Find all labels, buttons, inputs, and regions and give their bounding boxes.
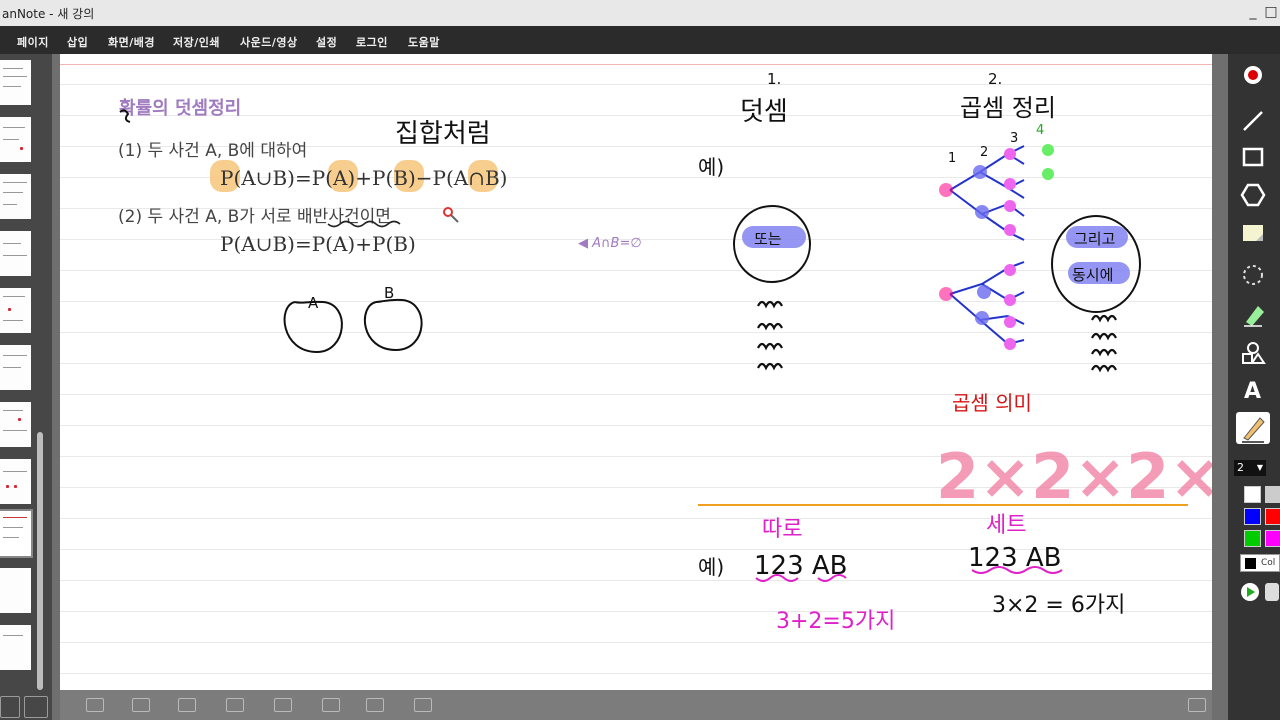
menu-save-print[interactable]: 저장/인쇄 [173,34,220,50]
current-color-swatch [1245,558,1256,569]
tree-nodes [939,144,1054,350]
window-title: anNote - 새 강의 [2,7,95,21]
separately-word: 따로 [762,517,802,542]
sum-result: 3+2=5가지 [776,609,895,634]
number-1: 1. [767,70,781,88]
app-window: anNote - 새 강의 _ □ 페이지 삽입 화면/배경 저장/인쇄 사운드… [0,0,1280,720]
example-label-1: 예) [698,155,724,179]
label-b: B [384,284,394,302]
page-thumbnail[interactable] [0,459,31,504]
play-icon[interactable] [1240,582,1260,602]
page-thumbnail-current[interactable] [0,509,33,558]
text-icon[interactable]: A [1240,376,1266,402]
squiggle-list-left [757,300,783,371]
add-page-icon[interactable] [0,696,20,718]
menu-sound-video[interactable]: 사운드/영상 [240,34,298,50]
color-swatch-red[interactable] [1265,508,1280,525]
ink-layer: 집합처럼 A B 1. 2. 덧셈 곱셈 정리 예) 또는 1 2 3 4 그리… [119,70,1212,634]
page-thumbnail[interactable] [0,60,31,105]
page-thumbnail[interactable] [0,117,31,162]
label-a: A [308,294,319,312]
title-multiplication-rule: 곱셈 정리 [960,94,1056,122]
page-thumbnail[interactable] [0,174,31,219]
copy-icon[interactable] [226,698,244,712]
set-word: 세트 [986,513,1026,538]
pen-icon[interactable] [1236,412,1270,444]
tree-label-4: 4 [1036,123,1044,138]
page-thumbnail[interactable] [0,402,31,447]
title-addition: 덧셈 [740,97,788,127]
page-thumbnail[interactable] [0,288,31,333]
eraser-icon[interactable] [1240,302,1266,328]
menu-bar: 페이지 삽입 화면/배경 저장/인쇄 사운드/영상 설정 로그인 도움말 [0,26,1280,54]
rectangle-icon[interactable] [1240,144,1266,170]
page-thumbnail[interactable] [0,231,31,276]
move-down-icon[interactable] [178,698,196,712]
record-icon[interactable] [1240,62,1266,88]
thumbnail-scrollbar[interactable] [37,432,43,690]
scroll-down-icon[interactable] [1188,698,1206,712]
or-word: 또는 [754,230,782,248]
delete-icon[interactable] [322,698,340,712]
color-label: Col [1261,558,1276,568]
menu-login[interactable]: 로그인 [356,34,388,50]
multiplication-meaning: 곱셈 의미 [952,391,1032,415]
paste-icon[interactable] [274,698,292,712]
menu-insert[interactable]: 삽입 [67,34,88,50]
right-items: 123 AB [968,543,1062,573]
color-swatch-green[interactable] [1244,530,1261,547]
menu-screen-background[interactable]: 화면/배경 [108,34,155,50]
tree-label-1: 1 [948,151,956,166]
bracket-mark [119,109,131,123]
tool-palette: A 2 ▼ Col [1228,54,1280,720]
color-picker-button[interactable]: Col [1240,554,1280,572]
sticky-note-icon[interactable] [1240,220,1266,246]
layers-icon[interactable] [414,698,432,712]
title-bar: anNote - 새 강의 _ □ [0,0,1280,26]
multiplication-expression: 2×2×2×3 [936,440,1212,513]
simultaneous-word: 동시에 [1072,266,1113,284]
fit-icon[interactable] [86,698,104,712]
squiggle-list-right [1091,314,1117,373]
trash-icon[interactable] [24,696,48,718]
lasso-icon[interactable] [1240,262,1266,288]
hexagon-icon[interactable] [1240,182,1266,208]
color-swatch-blue[interactable] [1244,508,1261,525]
page-thumbnail[interactable] [0,625,31,670]
note-page[interactable]: 확률의 덧셈정리 (1) 두 사건 A, B에 대하여 P(A∪B)=P(A)+… [60,54,1212,690]
color-swatch-gray[interactable] [1265,486,1280,503]
maximize-button[interactable]: □ [1262,3,1280,23]
tree-label-3: 3 [1010,131,1018,146]
color-swatch-magenta[interactable] [1265,530,1280,547]
set-b-circle [363,298,423,352]
move-up-icon[interactable] [132,698,150,712]
example-label-2: 예) [698,555,724,579]
line-icon[interactable] [1240,108,1266,134]
svg-text:A: A [1244,379,1261,402]
wavy-underline [327,220,401,228]
grid-icon[interactable] [366,698,384,712]
handwriting-set-like: 집합처럼 [395,119,491,149]
page-thumbnail[interactable] [0,345,31,390]
chevron-down-icon: ▼ [1256,463,1263,472]
menu-page[interactable]: 페이지 [17,34,49,50]
and-word: 그리고 [1074,230,1115,248]
canvas-area: 확률의 덧셈정리 (1) 두 사건 A, B에 대하여 P(A∪B)=P(A)+… [52,54,1228,720]
number-2: 2. [988,70,1002,88]
pen-size-select[interactable]: 2 ▼ [1234,460,1266,476]
product-result: 3×2 = 6가지 [992,593,1125,618]
tree-label-2: 2 [980,145,988,160]
page-thumbnail[interactable] [0,568,31,613]
color-swatch-white[interactable] [1244,486,1261,503]
menu-settings[interactable]: 설정 [316,34,337,50]
page-thumbnail-sidebar [0,54,52,720]
pen-size-value: 2 [1237,461,1244,474]
menu-help[interactable]: 도움말 [408,34,440,50]
magnifier-icon [443,207,459,223]
bottom-toolbar [60,690,1212,720]
pages-icon[interactable] [1264,582,1280,602]
shapes-icon[interactable] [1240,340,1266,366]
